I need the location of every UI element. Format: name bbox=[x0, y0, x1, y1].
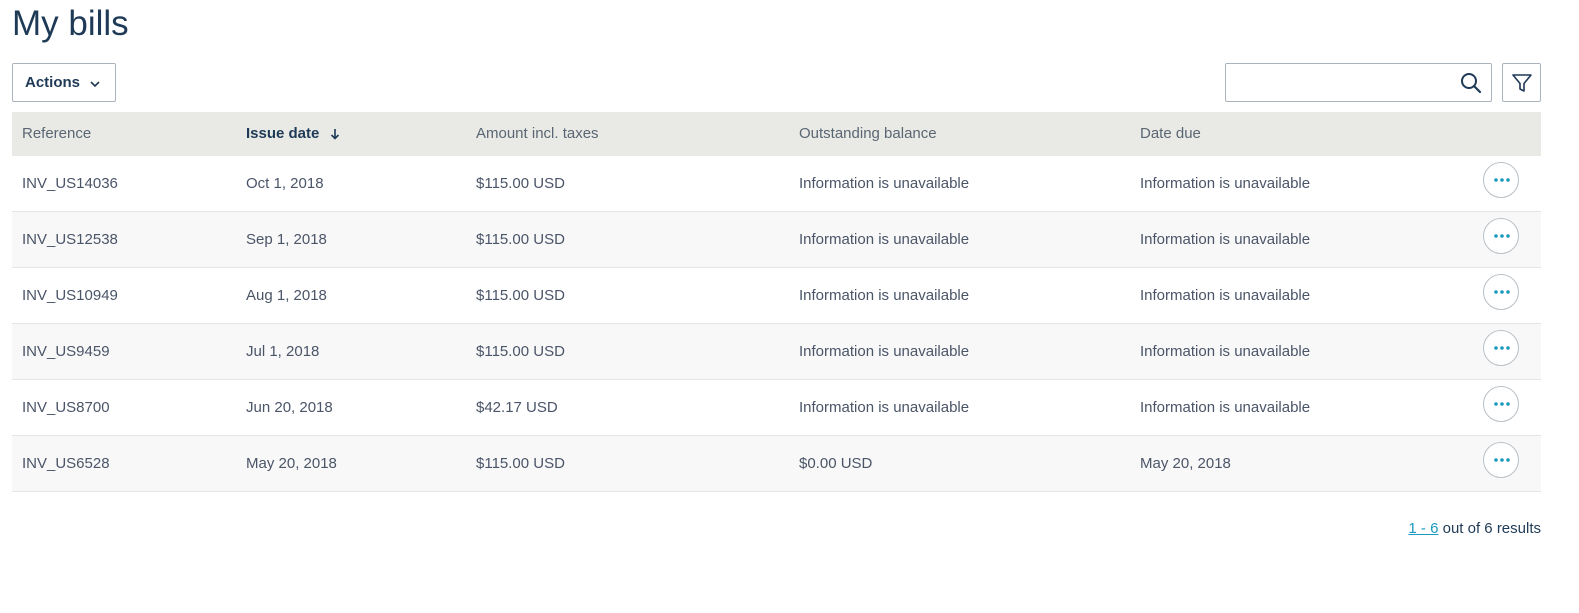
page-title: My bills bbox=[12, 4, 129, 43]
cell-outstanding-balance: Information is unavailable bbox=[799, 231, 970, 248]
bills-page: My bills Actions Reference Issue date Am… bbox=[0, 0, 1579, 613]
cell-date-due: Information is unavailable bbox=[1140, 175, 1311, 192]
cell-reference: INV_US8700 bbox=[22, 399, 110, 416]
table-row[interactable]: INV_US12538 Sep 1, 2018 $115.00 USD Info… bbox=[12, 212, 1541, 268]
table-row[interactable]: INV_US6528 May 20, 2018 $115.00 USD $0.0… bbox=[12, 436, 1541, 492]
more-horizontal-icon bbox=[1494, 458, 1510, 462]
search-box[interactable] bbox=[1225, 63, 1492, 102]
actions-button-label: Actions bbox=[25, 74, 81, 91]
cell-date-due: Information is unavailable bbox=[1140, 343, 1311, 360]
search-input[interactable] bbox=[1226, 64, 1454, 101]
cell-outstanding-balance: $0.00 USD bbox=[799, 455, 873, 472]
cell-issue-date: May 20, 2018 bbox=[246, 455, 337, 472]
cell-outstanding-balance: Information is unavailable bbox=[799, 287, 970, 304]
cell-amount: $115.00 USD bbox=[476, 287, 565, 304]
pagination: 1 - 6 out of 6 results bbox=[1408, 520, 1541, 537]
column-header-outstanding-balance[interactable]: Outstanding balance bbox=[799, 112, 937, 156]
row-menu-button[interactable] bbox=[1483, 386, 1519, 422]
more-horizontal-icon bbox=[1494, 346, 1510, 350]
cell-issue-date: Jul 1, 2018 bbox=[246, 343, 320, 360]
cell-reference: INV_US9459 bbox=[22, 343, 110, 360]
cell-amount: $42.17 USD bbox=[476, 399, 558, 416]
filter-icon bbox=[1512, 74, 1532, 92]
column-label: Issue date bbox=[246, 125, 320, 142]
table-row[interactable]: INV_US8700 Jun 20, 2018 $42.17 USD Infor… bbox=[12, 380, 1541, 436]
column-label: Reference bbox=[22, 125, 92, 142]
column-label: Date due bbox=[1140, 125, 1201, 142]
cell-issue-date: Oct 1, 2018 bbox=[246, 175, 324, 192]
column-header-date-due[interactable]: Date due bbox=[1140, 112, 1201, 156]
cell-reference: INV_US14036 bbox=[22, 175, 118, 192]
cell-amount: $115.00 USD bbox=[476, 343, 565, 360]
row-menu-button[interactable] bbox=[1483, 274, 1519, 310]
cell-amount: $115.00 USD bbox=[476, 175, 565, 192]
chevron-down-icon bbox=[90, 81, 100, 88]
cell-date-due: Information is unavailable bbox=[1140, 231, 1311, 248]
cell-outstanding-balance: Information is unavailable bbox=[799, 175, 970, 192]
cell-reference: INV_US10949 bbox=[22, 287, 118, 304]
cell-issue-date: Aug 1, 2018 bbox=[246, 287, 327, 304]
column-label: Outstanding balance bbox=[799, 125, 937, 142]
row-menu-button[interactable] bbox=[1483, 442, 1519, 478]
row-menu-button[interactable] bbox=[1483, 162, 1519, 198]
arrow-down-icon bbox=[330, 129, 339, 140]
cell-reference: INV_US6528 bbox=[22, 455, 110, 472]
cell-date-due: Information is unavailable bbox=[1140, 287, 1311, 304]
cell-outstanding-balance: Information is unavailable bbox=[799, 343, 970, 360]
pagination-range-link[interactable]: 1 - 6 bbox=[1408, 520, 1438, 537]
column-label: Amount incl. taxes bbox=[476, 125, 599, 142]
cell-issue-date: Jun 20, 2018 bbox=[246, 399, 333, 416]
table-header: Reference Issue date Amount incl. taxes … bbox=[12, 112, 1541, 156]
table-row[interactable]: INV_US10949 Aug 1, 2018 $115.00 USD Info… bbox=[12, 268, 1541, 324]
column-header-reference[interactable]: Reference bbox=[22, 112, 91, 156]
cell-reference: INV_US12538 bbox=[22, 231, 118, 248]
search-icon[interactable] bbox=[1460, 72, 1482, 94]
more-horizontal-icon bbox=[1494, 402, 1510, 406]
row-menu-button[interactable] bbox=[1483, 218, 1519, 254]
more-horizontal-icon bbox=[1494, 290, 1510, 294]
actions-button[interactable]: Actions bbox=[12, 63, 116, 102]
more-horizontal-icon bbox=[1494, 178, 1510, 182]
table-row[interactable]: INV_US14036 Oct 1, 2018 $115.00 USD Info… bbox=[12, 156, 1541, 212]
more-horizontal-icon bbox=[1494, 234, 1510, 238]
filter-button[interactable] bbox=[1502, 63, 1541, 102]
cell-amount: $115.00 USD bbox=[476, 231, 565, 248]
cell-date-due: Information is unavailable bbox=[1140, 399, 1311, 416]
row-menu-button[interactable] bbox=[1483, 330, 1519, 366]
cell-amount: $115.00 USD bbox=[476, 455, 565, 472]
column-header-amount[interactable]: Amount incl. taxes bbox=[476, 112, 599, 156]
table-row[interactable]: INV_US9459 Jul 1, 2018 $115.00 USD Infor… bbox=[12, 324, 1541, 380]
cell-outstanding-balance: Information is unavailable bbox=[799, 399, 970, 416]
pagination-summary: out of 6 results bbox=[1442, 520, 1541, 537]
cell-date-due: May 20, 2018 bbox=[1140, 455, 1231, 472]
cell-issue-date: Sep 1, 2018 bbox=[246, 231, 327, 248]
bills-table: Reference Issue date Amount incl. taxes … bbox=[12, 112, 1541, 492]
table-body: INV_US14036 Oct 1, 2018 $115.00 USD Info… bbox=[12, 156, 1541, 492]
column-header-issue-date[interactable]: Issue date bbox=[246, 112, 340, 156]
